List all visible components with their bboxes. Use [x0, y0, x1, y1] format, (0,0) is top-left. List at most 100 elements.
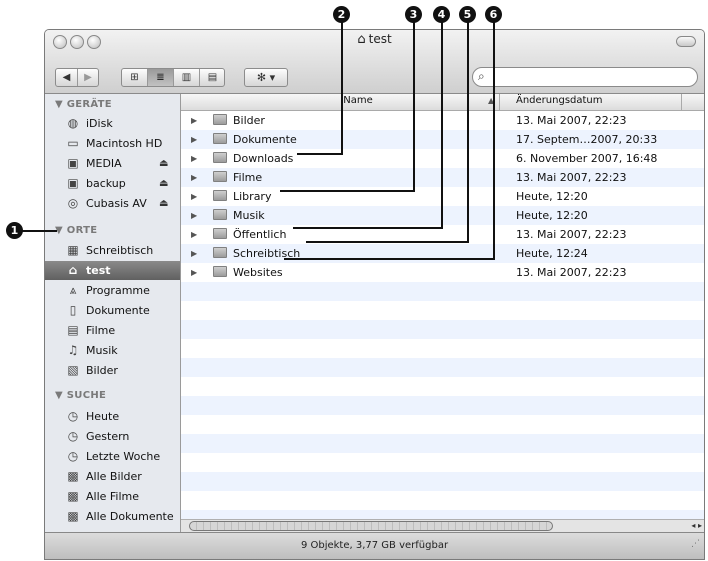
- disclosure-triangle-icon[interactable]: ▶: [191, 111, 197, 130]
- file-date: Heute, 12:24: [516, 247, 588, 260]
- scrollbar-thumb[interactable]: [189, 521, 553, 531]
- column-header-name[interactable]: Name: [221, 95, 495, 109]
- disclosure-triangle-icon[interactable]: ▶: [191, 187, 197, 206]
- sidebar-item-idisk[interactable]: ◍ iDisk: [45, 114, 180, 133]
- file-name: Websites: [233, 266, 283, 279]
- leader-line-3v: [413, 22, 415, 192]
- status-text: 9 Objekte, 3,77 GB verfügbar: [300, 540, 449, 551]
- sidebar-item-label: Bilder: [86, 364, 118, 377]
- sidebar-item-macintosh-hd[interactable]: ▭ Macintosh HD: [45, 134, 180, 153]
- sidebar-item-schreibtisch[interactable]: ▦ Schreibtisch: [45, 241, 180, 260]
- sidebar-item-backup[interactable]: ▣ backup ⏏: [45, 174, 180, 193]
- sidebar-item-label: Programme: [86, 284, 150, 297]
- sidebar-item-alle-dokumente[interactable]: ▩ Alle Dokumente: [45, 507, 180, 526]
- list-view-button[interactable]: ≣: [148, 69, 174, 86]
- empty-row: [181, 320, 704, 339]
- column-view-button[interactable]: ▥: [174, 69, 200, 86]
- column-divider[interactable]: [499, 94, 500, 110]
- coverflow-view-button[interactable]: ▤: [200, 69, 225, 86]
- smart-folder-icon: ▩: [67, 489, 79, 503]
- smart-folder-icon: ▩: [67, 509, 79, 523]
- search-icon: ⌕: [478, 69, 485, 83]
- sidebar-item-heute[interactable]: ◷ Heute: [45, 407, 180, 426]
- back-button[interactable]: ◀: [56, 69, 78, 86]
- sidebar-item-label: Alle Dokumente: [86, 510, 174, 523]
- section-header-search: ▼ SUCHE: [55, 390, 107, 401]
- file-name: Musik: [233, 209, 265, 222]
- horizontal-scrollbar[interactable]: ◂ ▸: [181, 519, 704, 533]
- column-divider[interactable]: [681, 94, 682, 110]
- action-menu-button[interactable]: ✻ ▾: [244, 68, 288, 87]
- window-title: ⌂ test: [45, 32, 704, 47]
- section-header-places: ▼ ORTE: [55, 225, 98, 236]
- search-field[interactable]: ⌕: [472, 67, 698, 87]
- folder-icon: [213, 114, 227, 125]
- disclosure-triangle-icon[interactable]: ▶: [191, 149, 197, 168]
- leader-line-2v: [341, 22, 343, 154]
- sidebar-item-cubasis-av[interactable]: ◎ Cubasis AV ⏏: [45, 194, 180, 213]
- disclosure-triangle-icon[interactable]: ▶: [191, 130, 197, 149]
- sidebar-item-musik[interactable]: ♫ Musik: [45, 341, 180, 360]
- disclosure-triangle-icon[interactable]: ▶: [191, 206, 197, 225]
- document-icon: ▯: [69, 303, 77, 317]
- clock-icon: ◷: [67, 449, 79, 463]
- folder-icon: [213, 209, 227, 220]
- status-bar: 9 Objekte, 3,77 GB verfügbar ⋰: [45, 531, 704, 559]
- empty-row: [181, 434, 704, 453]
- sidebar-item-label: Gestern: [86, 430, 130, 443]
- sidebar-item-media[interactable]: ▣ MEDIA ⏏: [45, 154, 180, 173]
- file-name: Library: [233, 190, 272, 203]
- sidebar-item-programme[interactable]: ⩓ Programme: [45, 281, 180, 300]
- leader-line-1: [22, 230, 57, 232]
- forward-button[interactable]: ▶: [77, 69, 99, 86]
- file-name: Filme: [233, 171, 263, 184]
- drive-icon: ▣: [67, 156, 79, 170]
- callout-5: 5: [459, 6, 476, 23]
- sidebar-item-alle-bilder[interactable]: ▩ Alle Bilder: [45, 467, 180, 486]
- disclosure-triangle-icon[interactable]: ▶: [191, 244, 197, 263]
- leader-line-6v: [493, 22, 495, 260]
- eject-icon[interactable]: ⏏: [159, 194, 168, 213]
- empty-row: [181, 396, 704, 415]
- file-date: Heute, 12:20: [516, 209, 588, 222]
- file-date: 13. Mai 2007, 22:23: [516, 266, 627, 279]
- sidebar-item-test[interactable]: ⌂ test: [45, 261, 180, 280]
- callout-3: 3: [405, 6, 422, 23]
- file-name: Schreibtisch: [233, 247, 301, 260]
- cd-icon: ◎: [67, 196, 79, 210]
- leader-line-5v: [467, 22, 469, 243]
- sidebar-item-dokumente[interactable]: ▯ Dokumente: [45, 301, 180, 320]
- file-date: 17. Septem…2007, 20:33: [516, 133, 658, 146]
- disclosure-triangle-icon[interactable]: ▶: [191, 225, 197, 244]
- sidebar-item-alle-filme[interactable]: ▩ Alle Filme: [45, 487, 180, 506]
- disclosure-triangle-icon[interactable]: ▶: [191, 263, 197, 282]
- table-row[interactable]: ▶ Schreibtisch Heute, 12:24: [181, 244, 704, 263]
- column-header-date[interactable]: Änderungsdatum: [516, 95, 603, 106]
- file-name: Dokumente: [233, 133, 297, 146]
- empty-row: [181, 282, 704, 301]
- sidebar-item-filme[interactable]: ▤ Filme: [45, 321, 180, 340]
- eject-icon[interactable]: ⏏: [159, 154, 168, 173]
- sidebar-item-bilder[interactable]: ▧ Bilder: [45, 361, 180, 380]
- file-name: Bilder: [233, 114, 265, 127]
- drive-icon: ▣: [67, 176, 79, 190]
- sidebar-item-letzte-woche[interactable]: ◷ Letzte Woche: [45, 447, 180, 466]
- callout-2: 2: [333, 6, 350, 23]
- sidebar-item-label: Letzte Woche: [86, 450, 161, 463]
- file-name: Downloads: [233, 152, 294, 165]
- callout-6: 6: [485, 6, 502, 23]
- sidebar-item-gestern[interactable]: ◷ Gestern: [45, 427, 180, 446]
- sidebar-item-label: test: [86, 264, 111, 277]
- eject-icon[interactable]: ⏏: [159, 174, 168, 193]
- music-icon: ♫: [67, 343, 79, 357]
- folder-icon: [213, 171, 227, 182]
- window-title-text: test: [368, 32, 392, 46]
- resize-grip-icon[interactable]: ⋰: [691, 531, 700, 557]
- sidebar-item-label: Cubasis AV: [86, 197, 147, 210]
- sidebar-item-label: Alle Bilder: [86, 470, 142, 483]
- disclosure-triangle-icon[interactable]: ▶: [191, 168, 197, 187]
- icon-view-button[interactable]: ⊞: [122, 69, 148, 86]
- sidebar-item-label: Macintosh HD: [86, 137, 163, 150]
- globe-icon: ◍: [67, 116, 79, 130]
- table-row[interactable]: ▶ Websites 13. Mai 2007, 22:23: [181, 263, 704, 282]
